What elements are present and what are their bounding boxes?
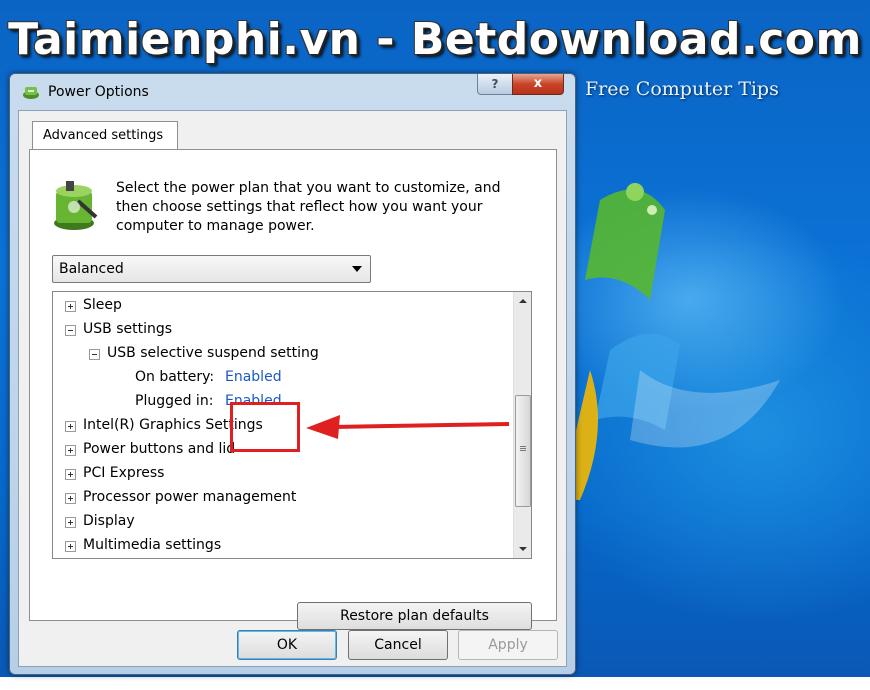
expand-plus-icon[interactable] [65,493,76,504]
collapse-minus-icon[interactable] [65,325,76,336]
windows-logo-decoration [570,183,780,500]
tree-item-on-battery[interactable]: On battery: Enabled [53,368,513,390]
cancel-button[interactable]: Cancel [348,630,448,660]
expand-plus-icon[interactable] [65,421,76,432]
tree-item-usb-selective-suspend[interactable]: USB selective suspend setting [53,344,513,366]
tree-item-processor-power[interactable]: Processor power management [53,488,513,510]
ok-button[interactable]: OK [237,630,337,660]
expand-plus-icon[interactable] [65,541,76,552]
collapse-minus-icon[interactable] [89,349,100,360]
select-value: Balanced [59,261,124,277]
scrollbar-thumb[interactable] [515,395,531,507]
power-options-dialog: Power Options ? x Advanced settings Sele… [9,73,576,675]
tab-advanced-settings[interactable]: Advanced settings [32,121,178,150]
expand-plus-icon[interactable] [65,469,76,480]
grip-icon [520,446,526,447]
close-button[interactable]: x [512,74,564,95]
tree-item-display[interactable]: Display [53,512,513,534]
tab-label: Advanced settings [43,128,164,143]
site-tagline: Free Computer Tips [585,78,779,100]
power-options-icon [23,87,39,99]
apply-button[interactable]: Apply [458,630,558,660]
red-arrow-icon [306,415,510,439]
restore-plan-defaults-button[interactable]: Restore plan defaults [297,602,532,630]
tree-item-usb-settings[interactable]: USB settings [53,320,513,342]
scroll-down-icon[interactable] [514,541,531,558]
tree-item-multimedia[interactable]: Multimedia settings [53,536,513,558]
tree-item-sleep[interactable]: Sleep [53,296,513,318]
highlight-box [230,402,300,452]
power-plan-select[interactable]: Balanced [52,255,371,283]
chevron-down-icon [352,266,362,272]
expand-plus-icon[interactable] [65,517,76,528]
site-banner: Taimienphi.vn - Betdownload.com [8,13,862,65]
expand-plus-icon[interactable] [65,301,76,312]
title-bar[interactable]: Power Options ? x [10,74,575,110]
plan-description: Select the power plan that you want to c… [116,180,501,234]
expand-plus-icon[interactable] [65,445,76,456]
tree-item-pci-express[interactable]: PCI Express [53,464,513,486]
power-plan-icon [54,181,98,230]
scroll-up-icon[interactable] [514,292,531,309]
on-battery-value-link[interactable]: Enabled [225,369,282,385]
help-button[interactable]: ? [477,74,513,95]
dialog-client-area: Advanced settings Select the power plan … [18,110,567,667]
window-title: Power Options [48,84,149,100]
